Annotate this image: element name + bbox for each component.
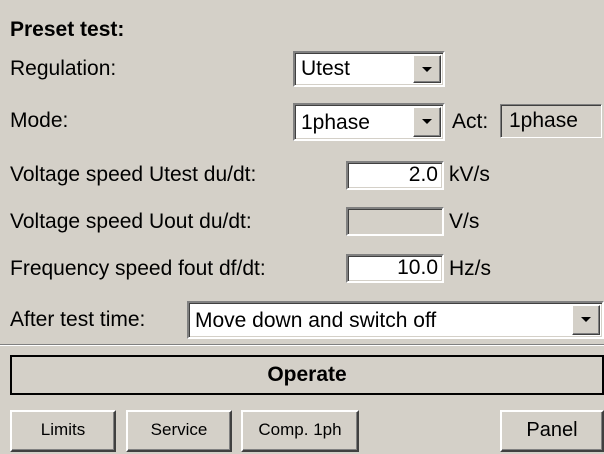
chevron-down-icon[interactable] xyxy=(413,107,441,137)
after-test-select[interactable]: Move down and switch off xyxy=(187,301,604,339)
regulation-select[interactable]: Utest xyxy=(293,51,445,87)
comp-1ph-button[interactable]: Comp. 1ph xyxy=(241,410,359,452)
limits-button[interactable]: Limits xyxy=(10,410,116,452)
after-test-label: After test time: xyxy=(10,308,146,331)
voltage-speed-uout-label: Voltage speed Uout du/dt: xyxy=(10,210,252,233)
frequency-speed-value: 10.0 xyxy=(397,256,438,279)
act-label: Act: xyxy=(452,110,489,133)
regulation-label: Regulation: xyxy=(10,57,117,80)
section-title: Preset test: xyxy=(10,18,125,41)
chevron-down-icon[interactable] xyxy=(572,305,600,335)
service-button[interactable]: Service xyxy=(126,410,232,452)
voltage-speed-uout-input xyxy=(346,207,444,236)
frequency-speed-unit: Hz/s xyxy=(449,257,491,280)
voltage-speed-uout-unit: V/s xyxy=(449,210,480,233)
mode-select[interactable]: 1phase xyxy=(293,103,445,141)
voltage-speed-utest-label: Voltage speed Utest du/dt: xyxy=(10,163,257,186)
operate-button[interactable]: Operate xyxy=(10,355,604,395)
voltage-speed-utest-input[interactable]: 2.0 xyxy=(346,161,444,190)
divider xyxy=(0,344,604,346)
chevron-down-icon[interactable] xyxy=(413,55,441,83)
frequency-speed-label: Frequency speed fout df/dt: xyxy=(10,257,266,280)
after-test-value: Move down and switch off xyxy=(195,309,437,332)
voltage-speed-utest-unit: kV/s xyxy=(449,163,490,186)
voltage-speed-utest-value: 2.0 xyxy=(408,163,438,186)
act-value-field: 1phase xyxy=(500,104,602,138)
act-value: 1phase xyxy=(509,109,578,132)
panel-button[interactable]: Panel xyxy=(500,410,604,452)
frequency-speed-input[interactable]: 10.0 xyxy=(346,254,444,283)
mode-label: Mode: xyxy=(10,109,69,132)
